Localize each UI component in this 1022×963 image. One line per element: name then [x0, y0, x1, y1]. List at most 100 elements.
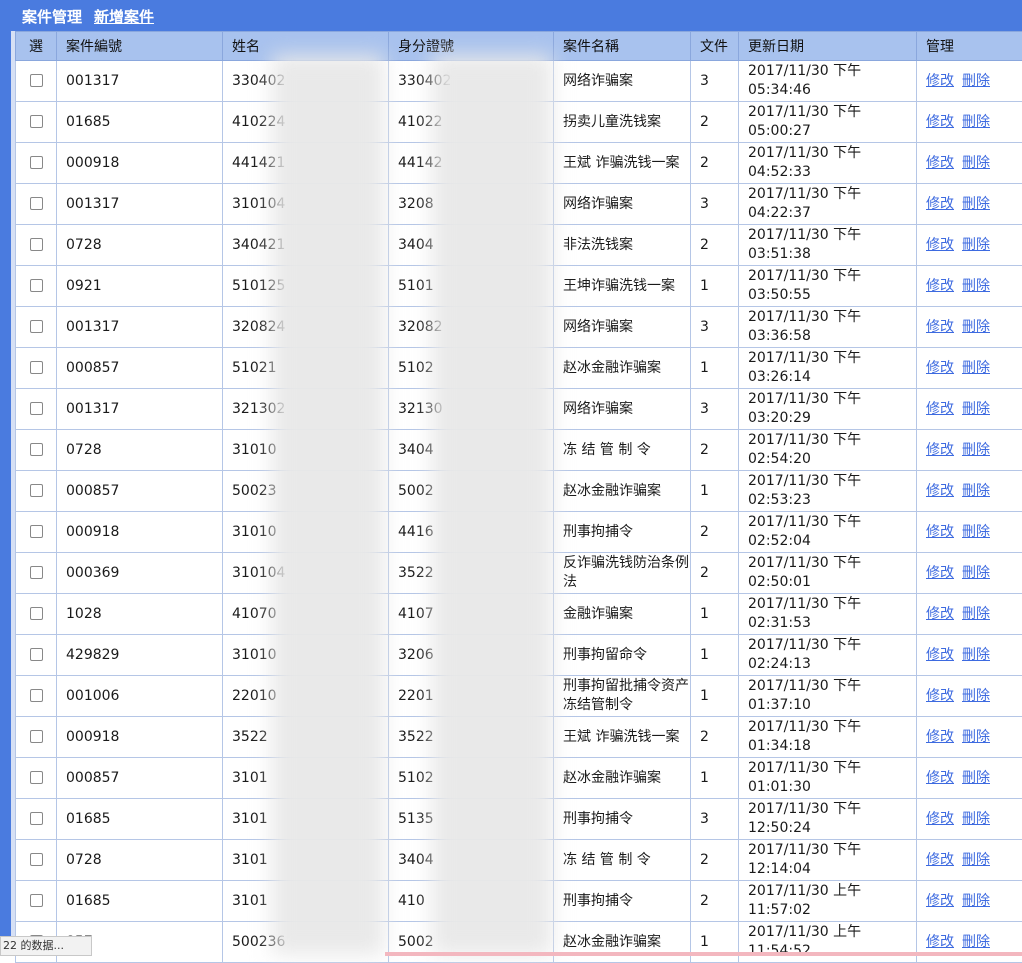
- updated-date: 2017/11/30 下午: [748, 841, 916, 860]
- edit-link[interactable]: 修改: [926, 606, 954, 622]
- manage-cell: 修改刪除: [917, 512, 1022, 553]
- delete-link[interactable]: 刪除: [962, 647, 990, 663]
- edit-link[interactable]: 修改: [926, 688, 954, 704]
- row-select-cell: [16, 881, 57, 922]
- files-cell: 2: [691, 102, 739, 143]
- edit-link[interactable]: 修改: [926, 770, 954, 786]
- manage-cell: 修改刪除: [917, 594, 1022, 635]
- delete-link[interactable]: 刪除: [962, 524, 990, 540]
- edit-link[interactable]: 修改: [926, 647, 954, 663]
- row-checkbox[interactable]: [30, 730, 43, 743]
- delete-link[interactable]: 刪除: [962, 319, 990, 335]
- edit-link[interactable]: 修改: [926, 237, 954, 253]
- edit-link[interactable]: 修改: [926, 114, 954, 130]
- case-name-cell: 拐卖儿童洗钱案: [554, 102, 691, 143]
- edit-link[interactable]: 修改: [926, 893, 954, 909]
- row-checkbox[interactable]: [30, 115, 43, 128]
- files-cell: 1: [691, 471, 739, 512]
- row-checkbox[interactable]: [30, 689, 43, 702]
- row-checkbox[interactable]: [30, 484, 43, 497]
- updated-date: 2017/11/30 上午: [748, 882, 916, 901]
- edit-link[interactable]: 修改: [926, 442, 954, 458]
- edit-link[interactable]: 修改: [926, 852, 954, 868]
- row-checkbox[interactable]: [30, 402, 43, 415]
- manage-cell: 修改刪除: [917, 307, 1022, 348]
- edit-link[interactable]: 修改: [926, 319, 954, 335]
- row-checkbox[interactable]: [30, 525, 43, 538]
- delete-link[interactable]: 刪除: [962, 565, 990, 581]
- row-checkbox[interactable]: [30, 648, 43, 661]
- delete-link[interactable]: 刪除: [962, 688, 990, 704]
- row-checkbox[interactable]: [30, 279, 43, 292]
- delete-link[interactable]: 刪除: [962, 852, 990, 868]
- col-header-manage: 管理: [917, 32, 1022, 61]
- row-checkbox[interactable]: [30, 74, 43, 87]
- case-name-cell: 刑事拘捕令: [554, 512, 691, 553]
- row-checkbox[interactable]: [30, 197, 43, 210]
- new-case-link[interactable]: 新增案件: [94, 6, 154, 27]
- updated-cell: 2017/11/30 下午02:53:23: [739, 471, 917, 512]
- updated-cell: 2017/11/30 下午04:52:33: [739, 143, 917, 184]
- col-header-updated: 更新日期: [739, 32, 917, 61]
- delete-link[interactable]: 刪除: [962, 606, 990, 622]
- row-checkbox[interactable]: [30, 443, 43, 456]
- edit-link[interactable]: 修改: [926, 729, 954, 745]
- row-checkbox[interactable]: [30, 853, 43, 866]
- edit-link[interactable]: 修改: [926, 196, 954, 212]
- edit-link[interactable]: 修改: [926, 934, 954, 950]
- edit-link[interactable]: 修改: [926, 73, 954, 89]
- delete-link[interactable]: 刪除: [962, 729, 990, 745]
- edit-link[interactable]: 修改: [926, 811, 954, 827]
- status-bar: 22 的数据...: [0, 936, 92, 956]
- delete-link[interactable]: 刪除: [962, 770, 990, 786]
- updated-cell: 2017/11/30 下午01:37:10: [739, 676, 917, 717]
- updated-date: 2017/11/30 下午: [748, 185, 916, 204]
- row-checkbox[interactable]: [30, 771, 43, 784]
- delete-link[interactable]: 刪除: [962, 196, 990, 212]
- delete-link[interactable]: 刪除: [962, 401, 990, 417]
- updated-date: 2017/11/30 下午: [748, 759, 916, 778]
- row-select-cell: [16, 61, 57, 102]
- edit-link[interactable]: 修改: [926, 401, 954, 417]
- delete-link[interactable]: 刪除: [962, 155, 990, 171]
- edit-link[interactable]: 修改: [926, 155, 954, 171]
- row-select-cell: [16, 594, 57, 635]
- manage-cell: 修改刪除: [917, 471, 1022, 512]
- files-cell: 2: [691, 143, 739, 184]
- case-no-cell: 000857: [57, 348, 223, 389]
- row-select-cell: [16, 225, 57, 266]
- updated-date: 2017/11/30 下午: [748, 308, 916, 327]
- edit-link[interactable]: 修改: [926, 360, 954, 376]
- edit-link[interactable]: 修改: [926, 483, 954, 499]
- row-checkbox[interactable]: [30, 812, 43, 825]
- delete-link[interactable]: 刪除: [962, 114, 990, 130]
- row-checkbox[interactable]: [30, 607, 43, 620]
- delete-link[interactable]: 刪除: [962, 278, 990, 294]
- delete-link[interactable]: 刪除: [962, 237, 990, 253]
- edit-link[interactable]: 修改: [926, 565, 954, 581]
- delete-link[interactable]: 刪除: [962, 73, 990, 89]
- row-select-cell: [16, 389, 57, 430]
- row-checkbox[interactable]: [30, 156, 43, 169]
- delete-link[interactable]: 刪除: [962, 811, 990, 827]
- delete-link[interactable]: 刪除: [962, 360, 990, 376]
- row-checkbox[interactable]: [30, 566, 43, 579]
- manage-cell: 修改刪除: [917, 881, 1022, 922]
- row-checkbox[interactable]: [30, 320, 43, 333]
- edit-link[interactable]: 修改: [926, 524, 954, 540]
- updated-cell: 2017/11/30 上午11:54:52: [739, 922, 917, 963]
- delete-link[interactable]: 刪除: [962, 483, 990, 499]
- case-no-cell: 001006: [57, 676, 223, 717]
- manage-cell: 修改刪除: [917, 102, 1022, 143]
- row-checkbox[interactable]: [30, 361, 43, 374]
- case-no-cell: 000918: [57, 717, 223, 758]
- edit-link[interactable]: 修改: [926, 278, 954, 294]
- row-checkbox[interactable]: [30, 894, 43, 907]
- row-checkbox[interactable]: [30, 238, 43, 251]
- delete-link[interactable]: 刪除: [962, 934, 990, 950]
- delete-link[interactable]: 刪除: [962, 442, 990, 458]
- files-cell: 1: [691, 348, 739, 389]
- case-no-cell: 001317: [57, 61, 223, 102]
- updated-date: 2017/11/30 下午: [748, 677, 916, 696]
- delete-link[interactable]: 刪除: [962, 893, 990, 909]
